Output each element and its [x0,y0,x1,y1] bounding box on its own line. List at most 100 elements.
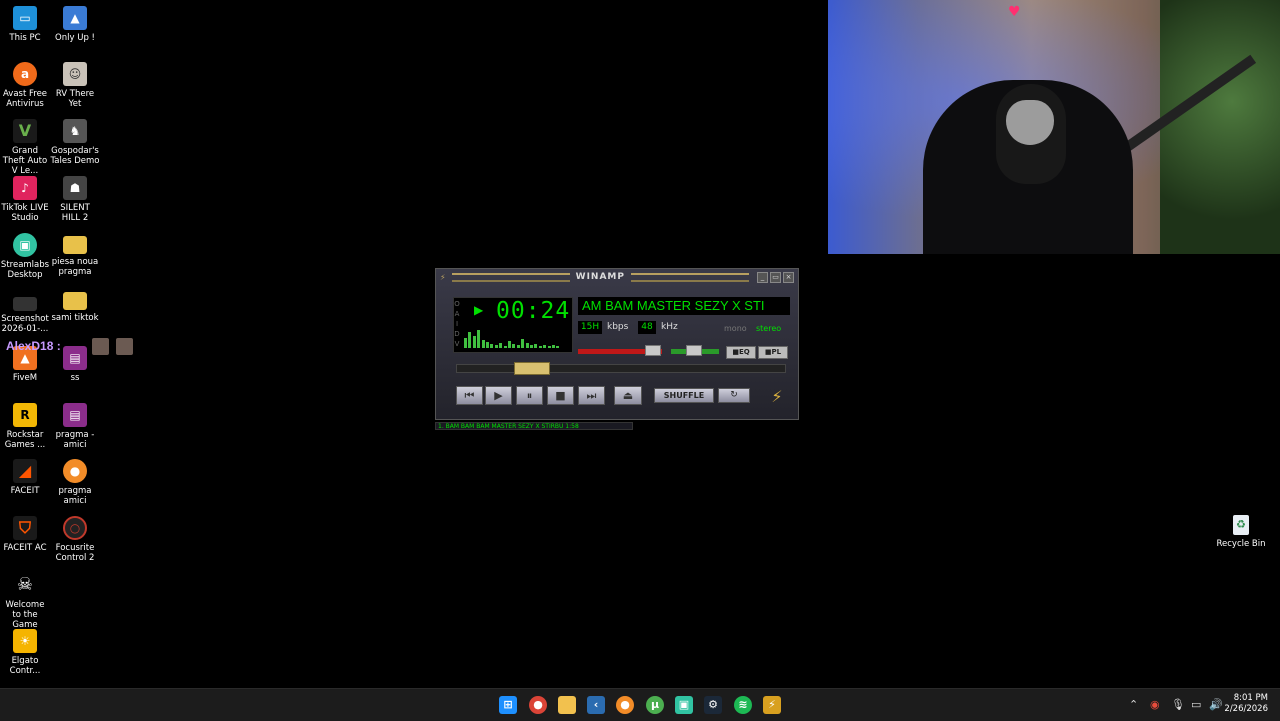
desktop-icon-focusrite[interactable]: ○ Focusrite Control 2 [50,516,100,563]
clutterbar[interactable]: OAIDV [453,299,461,349]
winamp-logo-icon[interactable]: ⚡ [766,387,788,407]
desktop-icon-label: Screenshot 2026-01-... [1,314,49,334]
spectrum-bar [552,345,555,348]
eject-button[interactable]: ⏏ [614,386,642,405]
steam-icon[interactable]: ⚙ [704,696,722,714]
taskbar-clock[interactable]: 8:01 PM 2/26/2026 [1224,693,1268,715]
desktop-icon-faceit-ac[interactable]: ⛉ FACEIT AC [0,516,50,553]
desktop-icon-gta-v[interactable]: V Grand Theft Auto V Le... [0,119,50,176]
desktop-icon-elgato[interactable]: ☀ Elgato Contr... [0,629,50,676]
winamp-icon[interactable]: ⚡ [763,696,781,714]
minimize-button[interactable]: _ [757,271,769,283]
capcut-icon[interactable]: ‹ [587,696,605,714]
spectrum-visualizer[interactable] [464,326,564,348]
shuffle-button[interactable]: SHUFFLE [654,388,714,403]
spectrum-bar [516,345,520,348]
spectrum-bar [543,345,547,348]
spectrum-bar [477,330,481,348]
seek-bar[interactable] [456,364,786,373]
elgato-icon: ☀ [13,629,37,653]
playlist-toggle-button[interactable]: ■PL [758,346,788,359]
spectrum-bar [556,346,560,348]
game-icon: ♞ [63,119,87,143]
playlist-strip[interactable]: 1. BAM BAM BAM MASTER SEZY X STIRBU 1:58 [435,422,633,430]
spectrum-bar [534,344,538,348]
desktop-icon-welcome-to-the-game[interactable]: ☠ Welcome to the Game [0,573,50,630]
spectrum-bar [525,343,529,348]
shade-button[interactable]: ▭ [770,271,782,283]
spectrum-bar [512,344,516,348]
bitrate-value: 15H [578,321,602,334]
desktop-icon-pragma-amici-archive[interactable]: ▤ pragma - amici [50,403,100,450]
eq-toggle-button[interactable]: ■EQ [726,346,756,359]
file-explorer-icon[interactable] [558,696,576,714]
desktop-icon-label: RV There Yet [55,89,95,109]
desktop-icon-screenshot[interactable]: Screenshot 2026-01-... [0,289,50,334]
volume-icon[interactable]: 🔊 [1209,698,1223,711]
desktop-icon-only-up[interactable]: ▲ Only Up ! [50,6,100,43]
desktop-icon-label: Welcome to the Game [5,600,45,630]
winamp-titlebar[interactable]: ⚡ WINAMP _ ▭ × [440,271,795,283]
utorrent-icon[interactable]: µ [646,696,664,714]
playback-time[interactable]: 00:24 [496,298,570,324]
desktop-icon-label: SILENT HILL 2 [60,203,90,223]
desktop-icon-sami-tiktok[interactable]: sami tiktok [50,289,100,323]
desktop-icon-rockstar[interactable]: R Rockstar Games ... [0,403,50,450]
desktop-icon-label: Recycle Bin [1216,539,1266,549]
desktop-icon-this-pc[interactable]: ▭ This PC [0,6,50,43]
spectrum-bar [547,346,551,348]
next-button[interactable]: ⏭ [578,386,605,405]
desktop-icon-avast[interactable]: a Avast Free Antivirus [0,62,50,109]
chrome-icon[interactable]: ● [529,696,547,714]
winamp-menu-icon[interactable]: ⚡ [440,273,446,282]
play-button[interactable]: ▶ [485,386,512,405]
tray-app-icon[interactable]: ◉ [1150,698,1160,711]
repeat-button[interactable]: ↻ [718,388,750,403]
streamlabs-icon[interactable]: ▣ [675,696,693,714]
desktop-icon-gospodars-tales[interactable]: ♞ Gospodar's Tales Demo [50,119,100,166]
close-button[interactable]: × [783,271,795,283]
balance-slider-thumb[interactable] [686,345,702,356]
desktop-icon-label: pragma - amici [55,430,95,450]
start-icon[interactable]: ⊞ [499,696,517,714]
image-file-icon [13,297,37,311]
desktop-icon-label: TikTok LIVE Studio [1,203,49,223]
overlay-avatar [92,338,109,355]
desktop-icon-recycle-bin[interactable]: ♻ Recycle Bin [1216,515,1266,549]
desktop-icon-piesa-noua[interactable]: piesa noua pragma [50,233,100,277]
volume-slider-thumb[interactable] [645,345,661,356]
desktop-icon-label: Streamlabs Desktop [0,260,50,280]
network-icon[interactable]: ▭ [1191,698,1201,711]
monitor-icon: ▭ [13,6,37,30]
winamp-window[interactable]: ⚡ WINAMP _ ▭ × ▶ 00:24 OAIDV AM BAM MAST… [435,268,799,420]
chevron-up-icon[interactable]: ⌃ [1129,698,1138,711]
spectrum-bar [521,339,525,348]
fl-studio-icon[interactable]: ● [616,696,634,714]
recycle-bin-icon: ♻ [1233,515,1249,535]
desktop-icon-streamlabs[interactable]: ▣ Streamlabs Desktop [0,233,50,280]
mono-indicator: mono [724,324,747,333]
webcam-plant [1160,0,1280,254]
desktop-icon-silent-hill-2[interactable]: ☗ SILENT HILL 2 [50,176,100,223]
clock-time: 8:01 PM [1233,693,1268,703]
folder-icon [63,236,87,254]
desktop-icon-faceit[interactable]: ◢ FACEIT [0,459,50,496]
seek-bar-thumb[interactable] [514,362,550,375]
previous-button[interactable]: ⏮ [456,386,483,405]
spotify-icon[interactable]: ≋ [734,696,752,714]
desktop-icon-label: FACEIT [10,486,40,496]
microphone-icon[interactable]: 🎙 [1171,698,1185,711]
pause-button[interactable]: ⏸ [516,386,543,405]
desktop-icon-rv-there-yet[interactable]: ☺ RV There Yet [50,62,100,109]
overlay-avatar [116,338,133,355]
play-indicator-icon: ▶ [474,303,484,317]
spectrum-bar [508,341,511,348]
desktop-icon-pragma-amici[interactable]: ● pragma amici [50,459,100,506]
winamp-title: WINAMP [575,272,625,282]
song-title-marquee[interactable]: AM BAM MASTER SEZY X STI [578,297,790,315]
spectrum-bar [481,340,485,348]
desktop-icon-tiktok-live[interactable]: ♪ TikTok LIVE Studio [0,176,50,223]
stop-button[interactable]: ■ [547,386,574,405]
bitrate-label: kbps [607,322,629,332]
desktop-icon-label: Focusrite Control 2 [55,543,95,563]
